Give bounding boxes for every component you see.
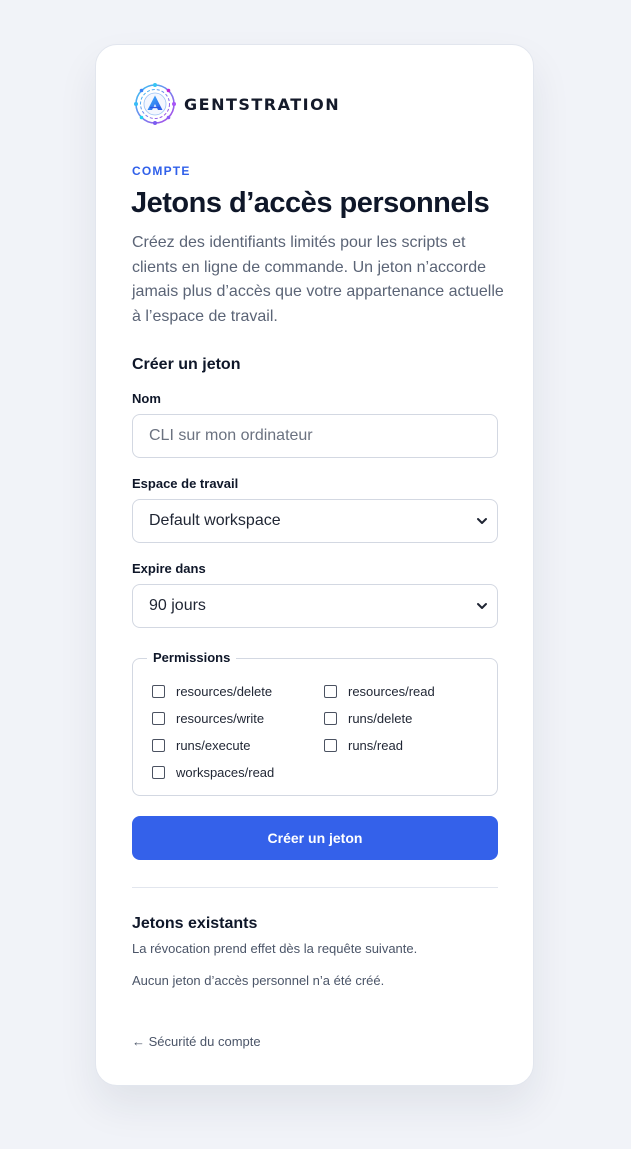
create-token-button[interactable]: Créer un jeton — [132, 816, 498, 860]
permission-resources-delete[interactable]: resources/delete — [152, 684, 272, 699]
permission-label: runs/execute — [176, 738, 251, 753]
checkbox[interactable] — [152, 712, 165, 725]
permission-resources-write[interactable]: resources/write — [152, 711, 264, 726]
checkbox[interactable] — [324, 685, 337, 698]
brand-name: GENTSTRATION — [184, 94, 341, 114]
permission-label: runs/read — [348, 738, 403, 753]
page-description: Créez des identifiants limités pour les … — [132, 234, 504, 325]
checkbox[interactable] — [152, 739, 165, 752]
workspace-value: Default workspace — [149, 512, 281, 529]
workspace-select[interactable]: Default workspace — [132, 499, 498, 543]
permissions-legend: Permissions — [147, 650, 237, 665]
permission-label: resources/write — [176, 711, 265, 726]
workspace-label: Espace de travail — [132, 476, 239, 491]
checkbox[interactable] — [152, 766, 165, 779]
existing-tokens-heading: Jetons existants — [132, 915, 258, 932]
permission-resources-read[interactable]: resources/read — [324, 684, 435, 699]
checkbox[interactable] — [152, 685, 165, 698]
expiry-label: Expire dans — [132, 561, 206, 576]
chevron-down-icon — [477, 518, 487, 524]
name-label: Nom — [132, 391, 161, 406]
name-placeholder: CLI sur mon ordinateur — [149, 427, 313, 444]
permission-runs-execute[interactable]: runs/execute — [152, 738, 250, 753]
token-card: GENTSTRATION COMPTE Jetons d’accès perso… — [95, 44, 534, 1086]
page-title: Jetons d’accès personnels — [131, 187, 490, 219]
empty-tokens-message: Aucun jeton d’accès personnel n’a été cr… — [132, 973, 385, 988]
permission-label: resources/delete — [176, 684, 273, 699]
divider — [132, 887, 498, 888]
permission-label: resources/read — [348, 684, 435, 699]
checkbox[interactable] — [324, 712, 337, 725]
gentstration-logo-icon — [132, 81, 178, 127]
name-input[interactable]: CLI sur mon ordinateur — [132, 414, 498, 458]
permission-label: runs/delete — [348, 711, 413, 726]
brand-logo: GENTSTRATION — [132, 81, 340, 127]
create-token-heading: Créer un jeton — [132, 356, 241, 373]
checkbox[interactable] — [324, 739, 337, 752]
permission-label: workspaces/read — [176, 765, 275, 780]
expiry-select[interactable]: 90 jours — [132, 584, 498, 628]
permission-runs-delete[interactable]: runs/delete — [324, 711, 412, 726]
revocation-note: La révocation prend effet dès la requête… — [132, 941, 418, 956]
permission-runs-read[interactable]: runs/read — [324, 738, 403, 753]
account-security-link[interactable]: ← Sécurité du compte — [132, 1034, 261, 1049]
permission-workspaces-read[interactable]: workspaces/read — [152, 765, 274, 780]
expiry-value: 90 jours — [149, 597, 206, 614]
permissions-fieldset: Permissions resources/delete resources/r… — [132, 650, 498, 796]
section-eyebrow: COMPTE — [132, 164, 191, 178]
chevron-down-icon — [477, 603, 487, 609]
